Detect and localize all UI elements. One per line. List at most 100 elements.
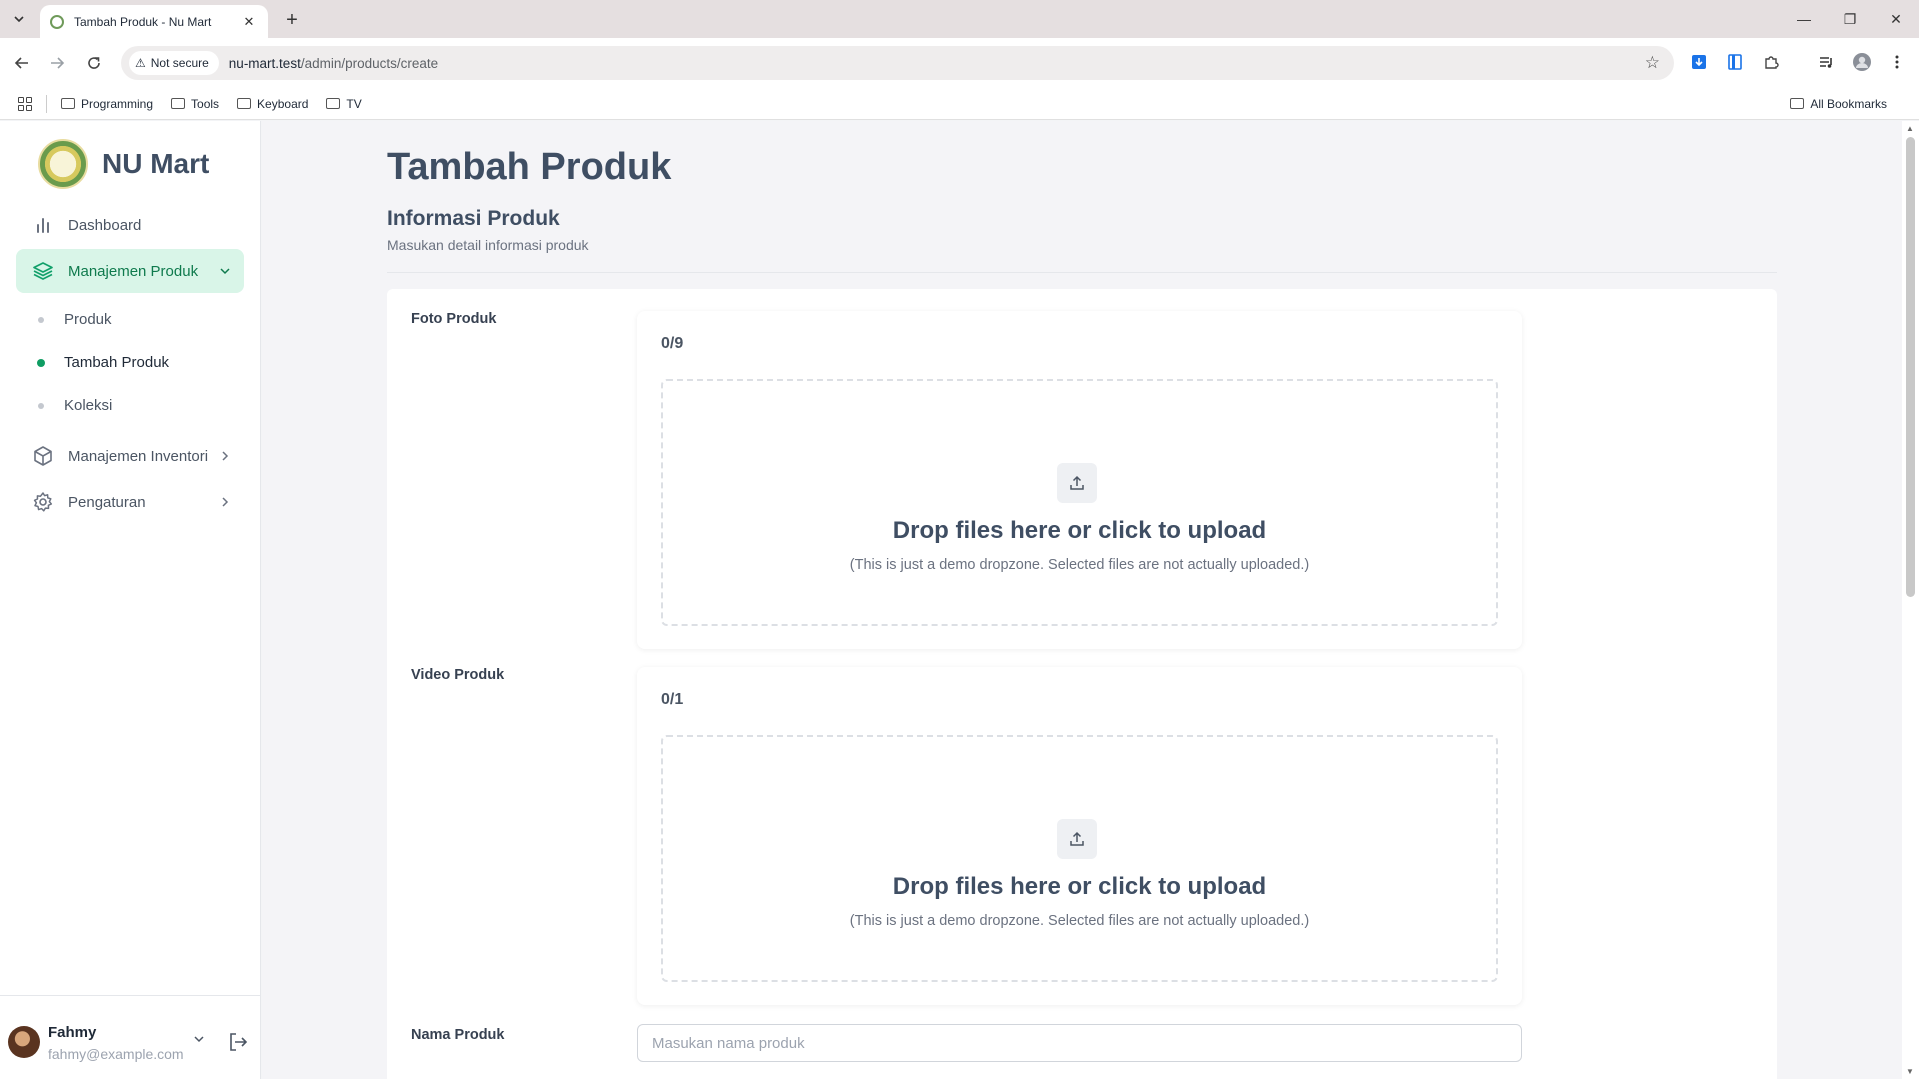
url-path: /admin/products/create xyxy=(300,55,439,71)
folder-icon xyxy=(61,98,75,109)
chevron-down-icon xyxy=(220,264,230,279)
main-content: Tambah Produk Informasi Produk Masukan d… xyxy=(262,121,1902,1079)
dropzone-title: Drop files here or click to upload xyxy=(892,873,1267,900)
bookmark-folder[interactable]: TV xyxy=(326,97,362,111)
video-produk-label: Video Produk xyxy=(411,667,505,683)
bookmark-folder[interactable]: Keyboard xyxy=(237,97,308,111)
chevron-right-icon xyxy=(220,449,230,464)
reload-button[interactable] xyxy=(82,51,106,75)
folder-icon xyxy=(171,98,186,109)
sidebar-item-label: Manajemen Inventori xyxy=(68,447,209,465)
bookmark-label: Programming xyxy=(81,96,154,111)
all-bookmarks-button[interactable]: All Bookmarks xyxy=(1790,97,1887,111)
box-icon xyxy=(32,445,54,467)
sidebar-item-pengaturan[interactable]: Pengaturan xyxy=(16,480,244,524)
sidebar-subitem-label: Tambah Produk xyxy=(64,354,170,371)
scrollbar-thumb[interactable] xyxy=(1906,137,1915,597)
bookmark-folder[interactable]: Tools xyxy=(171,97,219,111)
foto-dropzone-card: 0/9 Drop files here or click to upload (… xyxy=(637,311,1522,649)
restore-window-button[interactable]: ❐ xyxy=(1827,0,1873,38)
bookmark-label: Keyboard xyxy=(257,96,309,111)
upload-icon xyxy=(1057,463,1097,503)
sidebar-subitem-label: Produk xyxy=(64,311,112,328)
extension-doc-icon[interactable] xyxy=(1724,51,1746,73)
user-menu[interactable]: Fahmy fahmy@example.com xyxy=(0,995,261,1079)
page-title: Tambah Produk xyxy=(387,146,672,188)
tab-search-button[interactable] xyxy=(8,8,30,30)
dropzone-hint: (This is just a demo dropzone. Selected … xyxy=(849,557,1310,573)
reload-icon xyxy=(88,57,100,69)
scroll-down-arrow-icon[interactable]: ▼ xyxy=(1906,1067,1914,1076)
dropzone-hint: (This is just a demo dropzone. Selected … xyxy=(849,913,1310,929)
brand-name: NU Mart xyxy=(102,148,210,179)
sidebar-subitem-tambah-produk[interactable]: Tambah Produk xyxy=(37,354,170,371)
url-text: nu-mart.test/admin/products/create xyxy=(229,56,438,71)
browser-toolbar: ⚠ Not secure nu-mart.test/admin/products… xyxy=(0,38,1919,88)
folder-icon xyxy=(326,98,341,109)
logout-icon[interactable] xyxy=(226,1030,252,1056)
security-label: Not secure xyxy=(150,56,209,70)
bullet-dot xyxy=(38,316,44,323)
forward-button[interactable] xyxy=(45,51,69,75)
bar-chart-icon xyxy=(32,214,54,236)
close-window-button[interactable]: ✕ xyxy=(1873,0,1919,38)
back-button[interactable] xyxy=(10,51,34,75)
close-tab-icon[interactable]: ✕ xyxy=(240,13,258,31)
page-scrollbar[interactable]: ▲ ▼ xyxy=(1902,121,1919,1079)
video-dropzone-card: 0/1 Drop files here or click to upload (… xyxy=(637,667,1522,1005)
extensions-puzzle-icon[interactable] xyxy=(1760,51,1782,73)
chevron-down-icon[interactable] xyxy=(194,1034,204,1047)
scroll-up-arrow-icon[interactable]: ▲ xyxy=(1906,124,1914,133)
sidebar-item-manajemen-inventori[interactable]: Manajemen Inventori xyxy=(16,434,244,478)
media-control-icon[interactable] xyxy=(1815,51,1837,73)
avatar xyxy=(8,1026,40,1058)
minimize-window-button[interactable]: — xyxy=(1781,0,1827,38)
folder-icon xyxy=(1790,98,1805,109)
kebab-menu-icon[interactable] xyxy=(1886,51,1908,73)
bookmark-folder[interactable]: Programming xyxy=(61,97,153,111)
apps-grid-icon[interactable] xyxy=(18,96,32,111)
site-favicon-icon xyxy=(50,14,64,29)
url-host: nu-mart.test xyxy=(228,55,301,71)
sidebar-subitem-label: Koleksi xyxy=(64,397,113,414)
download-icon[interactable] xyxy=(1688,51,1710,73)
layers-icon xyxy=(32,260,54,282)
bookmarks-separator xyxy=(46,94,47,113)
user-name: Fahmy xyxy=(48,1024,97,1041)
chevron-down-icon xyxy=(14,16,24,23)
foto-count: 0/9 xyxy=(661,335,684,352)
sidebar-subitem-koleksi[interactable]: Koleksi xyxy=(38,397,112,414)
bookmark-label: Tools xyxy=(191,96,220,111)
video-dropzone[interactable]: Drop files here or click to upload (This… xyxy=(661,735,1498,982)
video-count: 0/1 xyxy=(661,691,684,708)
user-email: fahmy@example.com xyxy=(48,1046,184,1062)
chevron-right-icon xyxy=(220,495,230,510)
nama-produk-label: Nama Produk xyxy=(411,1027,505,1043)
sidebar-item-label: Pengaturan xyxy=(68,493,146,511)
foto-dropzone[interactable]: Drop files here or click to upload (This… xyxy=(661,379,1498,626)
browser-tab-bar: Tambah Produk - Nu Mart ✕ + — ❐ ✕ xyxy=(0,0,1919,38)
sidebar-subitem-produk[interactable]: Produk xyxy=(38,311,112,328)
brand[interactable]: NU Mart xyxy=(38,139,209,189)
new-tab-button[interactable]: + xyxy=(280,8,304,32)
tab-title: Tambah Produk - Nu Mart xyxy=(74,14,212,29)
security-chip[interactable]: ⚠ Not secure xyxy=(129,51,219,75)
sidebar-item-dashboard[interactable]: Dashboard xyxy=(16,203,244,247)
gear-icon xyxy=(32,491,54,513)
nama-produk-input[interactable] xyxy=(637,1024,1522,1062)
sidebar-item-label: Manajemen Produk xyxy=(68,262,199,280)
sidebar-item-label: Dashboard xyxy=(68,216,142,234)
bullet-dot-active xyxy=(37,358,45,367)
all-bookmarks-label: All Bookmarks xyxy=(1810,96,1887,111)
bullet-dot xyxy=(38,402,44,409)
arrow-left-icon xyxy=(14,57,28,69)
address-bar[interactable]: ⚠ Not secure nu-mart.test/admin/products… xyxy=(121,46,1674,80)
browser-tab-active[interactable]: Tambah Produk - Nu Mart ✕ xyxy=(40,5,268,38)
brand-logo xyxy=(38,139,88,189)
sidebar-item-manajemen-produk[interactable]: Manajemen Produk xyxy=(16,249,244,293)
section-divider xyxy=(387,272,1777,273)
bookmark-star-icon[interactable]: ☆ xyxy=(1645,53,1660,73)
section-title: Informasi Produk xyxy=(387,207,560,230)
product-form-card: Foto Produk 0/9 Drop files here or click… xyxy=(387,289,1777,1079)
profile-avatar-icon[interactable] xyxy=(1851,51,1873,73)
